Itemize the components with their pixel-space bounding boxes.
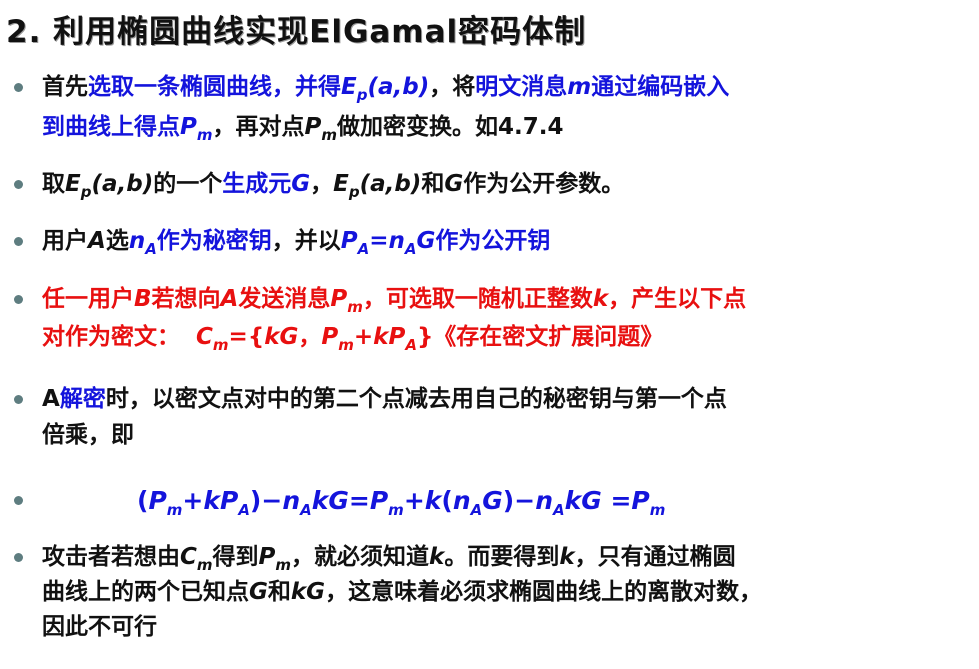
- bullet-1-line-2: 到曲线上得点Pm，再对点Pm做加密变换。如4.7.4: [42, 114, 564, 144]
- bullet-dot-icon: [14, 237, 23, 246]
- bullet-4-line-2: 对作为密文： Cm={kG，Pm+kPA}《存在密文扩展问题》: [42, 324, 664, 354]
- decryption-formula: (Pm+kPA)−nAkG=Pm+k(nAG)−nAkG =Pm: [137, 486, 666, 519]
- bullet-4-line-1: 任一用户B若想向A发送消息Pm，可选取一随机正整数k，产生以下点: [42, 286, 747, 316]
- bullet-dot-icon: [14, 180, 23, 189]
- bullet-7-line-2: 曲线上的两个已知点G和kG，这意味着必须求椭圆曲线上的离散对数，: [42, 579, 763, 605]
- bullet-dot-icon: [14, 496, 23, 505]
- bullet-5-line-1: A解密时，以密文点对中的第二个点减去用自己的秘密钥与第一个点: [42, 386, 727, 412]
- bullet-1-line-1: 首先选取一条椭圆曲线，并得Ep(a,b)，将明文消息m通过编码嵌入: [42, 74, 730, 104]
- bullet-text-5: A解密时，以密文点对中的第二个点减去用自己的秘密钥与第一个点 倍乘，即: [42, 382, 972, 453]
- bullet-7-line-1: 攻击者若想由Cm得到Pm，就必须知道k。而要得到k，只有通过椭圆: [42, 544, 736, 574]
- bullet-dot-icon: [14, 553, 23, 562]
- bullet-text-7: 攻击者若想由Cm得到Pm，就必须知道k。而要得到k，只有通过椭圆 曲线上的两个已…: [42, 540, 972, 645]
- bullet-text-4: 任一用户B若想向A发送消息Pm，可选取一随机正整数k，产生以下点 对作为密文： …: [42, 282, 972, 355]
- bullet-7-line-3: 因此不可行: [42, 614, 157, 640]
- bullet-dot-icon: [14, 83, 23, 92]
- bullet-text-3: 用户A选nA作为秘密钥，并以PA=nAG作为公开钥: [42, 228, 551, 258]
- bullet-text-1: 首先选取一条椭圆曲线，并得Ep(a,b)，将明文消息m通过编码嵌入 到曲线上得点…: [42, 70, 972, 145]
- slide-title: 2. 利用椭圆曲线实现ElGamal密码体制: [6, 14, 587, 50]
- bullet-text-2: 取Ep(a,b)的一个生成元G，Ep(a,b)和G作为公开参数。: [42, 171, 625, 201]
- bullet-dot-icon: [14, 295, 23, 304]
- bullet-5-line-2: 倍乘，即: [42, 422, 134, 448]
- bullet-dot-icon: [14, 395, 23, 404]
